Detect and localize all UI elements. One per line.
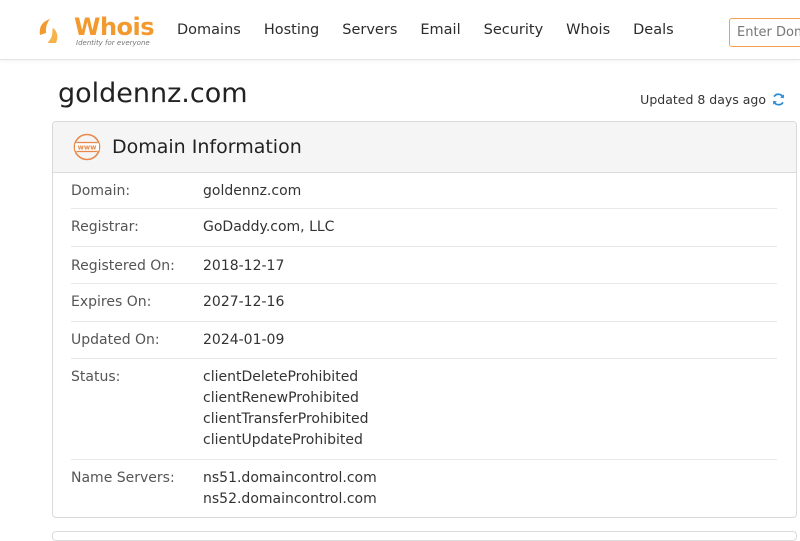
www-globe-icon: www: [73, 133, 101, 161]
row-value: GoDaddy.com, LLC: [203, 217, 334, 246]
row-value: 2027-12-16: [203, 292, 284, 321]
row-value: 2018-12-17: [203, 256, 284, 283]
status-value: clientDeleteProhibited: [203, 369, 359, 385]
name-server-value: ns51.domaincontrol.com: [203, 470, 377, 486]
registered-on-value: 2018-12-17: [203, 258, 285, 274]
nav-domains[interactable]: Domains: [177, 22, 241, 38]
row-updated-on: Updated On: 2024-01-09: [71, 322, 777, 359]
status-value: clientUpdateProhibited: [203, 432, 363, 448]
nav-email[interactable]: Email: [420, 22, 460, 38]
registrar-value: GoDaddy.com, LLC: [203, 219, 335, 235]
page-title: goldennz.com: [58, 78, 248, 109]
row-label: Status:: [71, 369, 121, 385]
info-table: Domain: goldennz.com Registrar: GoDaddy.…: [53, 173, 796, 518]
updated-text: Updated 8 days ago: [640, 92, 766, 107]
domain-search-input[interactable]: [729, 18, 800, 47]
status-value: clientTransferProhibited: [203, 411, 369, 427]
row-label: Expires On:: [71, 294, 152, 310]
row-expires-on: Expires On: 2027-12-16: [71, 284, 777, 322]
expires-on-value: 2027-12-16: [203, 294, 285, 310]
updated-on-value: 2024-01-09: [203, 332, 285, 348]
row-domain: Domain: goldennz.com: [71, 173, 777, 209]
top-navbar: Whois Identity for everyone Domains Host…: [0, 0, 800, 60]
row-registrar: Registrar: GoDaddy.com, LLC: [71, 209, 777, 247]
nav-security[interactable]: Security: [484, 22, 544, 38]
row-value: 2024-01-09: [203, 330, 284, 358]
row-label: Registered On:: [71, 258, 175, 274]
svg-text:www: www: [78, 144, 98, 152]
row-status: Status: clientDeleteProhibited clientRen…: [71, 359, 777, 460]
row-label: Name Servers:: [71, 470, 175, 486]
row-registered-on: Registered On: 2018-12-17: [71, 247, 777, 284]
status-value: clientRenewProhibited: [203, 390, 359, 406]
row-label: Updated On:: [71, 332, 160, 348]
main-nav: Domains Hosting Servers Email Security W…: [177, 0, 697, 60]
name-server-value: ns52.domaincontrol.com: [203, 491, 377, 507]
domain-information-card: www Domain Information Domain: goldennz.…: [52, 121, 797, 518]
logo-tagline: Identity for everyone: [76, 39, 150, 47]
domain-value: goldennz.com: [203, 183, 302, 199]
nav-servers[interactable]: Servers: [342, 22, 397, 38]
next-card-edge: [52, 531, 797, 541]
updated-status: Updated 8 days ago: [640, 92, 786, 107]
nav-deals[interactable]: Deals: [633, 22, 674, 38]
card-title: Domain Information: [112, 136, 302, 158]
card-header: www Domain Information: [53, 122, 796, 173]
refresh-icon[interactable]: [771, 92, 786, 107]
nav-whois[interactable]: Whois: [566, 22, 610, 38]
row-name-servers: Name Servers: ns51.domaincontrol.com ns5…: [71, 460, 777, 518]
row-value: clientDeleteProhibited clientRenewProhib…: [203, 367, 368, 459]
row-label: Domain:: [71, 183, 131, 199]
row-value: ns51.domaincontrol.com ns52.domaincontro…: [203, 468, 377, 518]
whois-logo-mark-icon: [39, 19, 58, 43]
row-label: Registrar:: [71, 219, 139, 235]
whois-logo[interactable]: Whois Identity for everyone: [36, 13, 156, 49]
row-value: goldennz.com: [203, 181, 301, 208]
logo-wordmark: Whois: [74, 13, 155, 41]
nav-hosting[interactable]: Hosting: [264, 22, 319, 38]
